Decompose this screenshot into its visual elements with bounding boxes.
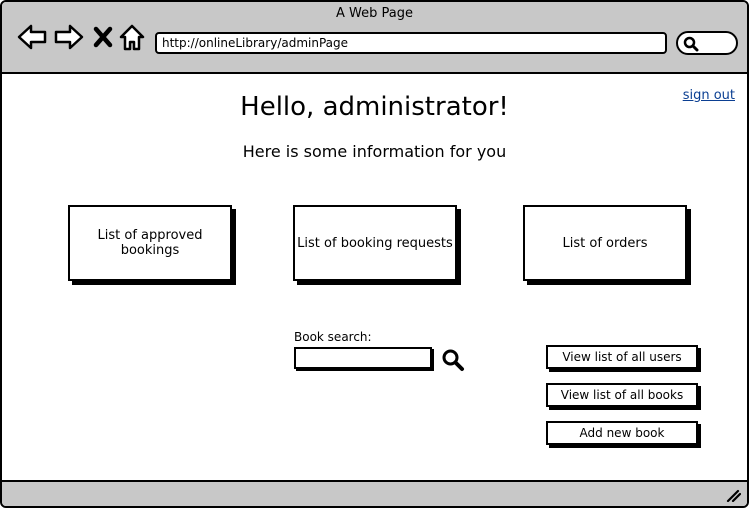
approved-bookings-card[interactable]: List of approved bookings — [68, 205, 232, 281]
book-search-label: Book search: — [294, 330, 372, 344]
page-subtitle: Here is some information for you — [242, 142, 507, 161]
window-title: A Web Page — [336, 6, 413, 21]
arrow-right-icon[interactable] — [53, 22, 85, 52]
add-new-book-button[interactable]: Add new book — [546, 421, 698, 445]
page-title: Hello, administrator! — [240, 92, 509, 122]
browser-toolbar: A Web Page http://onlineLibrary/adminPag… — [2, 2, 747, 74]
search-icon[interactable] — [441, 348, 465, 372]
booking-requests-card[interactable]: List of booking requests — [293, 205, 457, 281]
orders-card[interactable]: List of orders — [523, 205, 687, 281]
view-all-users-button[interactable]: View list of all users — [546, 345, 698, 369]
arrow-left-icon[interactable] — [16, 22, 48, 52]
home-icon[interactable] — [119, 22, 145, 52]
address-bar[interactable]: http://onlineLibrary/adminPage — [155, 32, 667, 54]
close-icon[interactable] — [92, 22, 114, 52]
resize-grip-icon[interactable] — [725, 488, 741, 502]
search-icon — [683, 36, 699, 52]
browser-window: A Web Page http://onlineLibrary/adminPag… — [0, 0, 749, 508]
book-search-input[interactable] — [294, 347, 432, 369]
status-bar — [2, 480, 747, 506]
view-all-books-button[interactable]: View list of all books — [546, 383, 698, 407]
browser-search-field[interactable] — [676, 31, 738, 55]
